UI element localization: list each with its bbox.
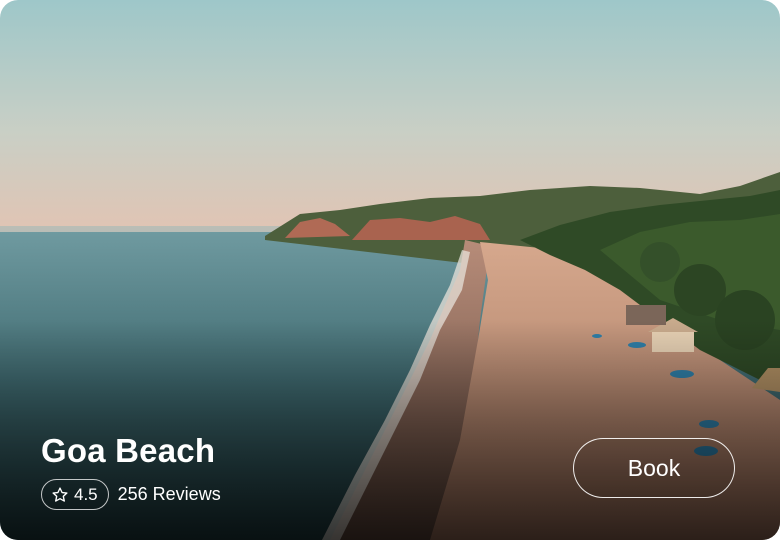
- rating-row: 4.5 256 Reviews: [41, 479, 221, 510]
- destination-card[interactable]: Goa Beach 4.5 256 Reviews Book: [0, 0, 780, 540]
- review-count: 256 Reviews: [117, 484, 221, 504]
- rating-value: 4.5: [74, 484, 98, 504]
- rating-badge: 4.5: [41, 479, 109, 510]
- book-button[interactable]: Book: [573, 438, 735, 498]
- star-outline-icon: [52, 486, 68, 502]
- card-title: Goa Beach: [41, 432, 216, 469]
